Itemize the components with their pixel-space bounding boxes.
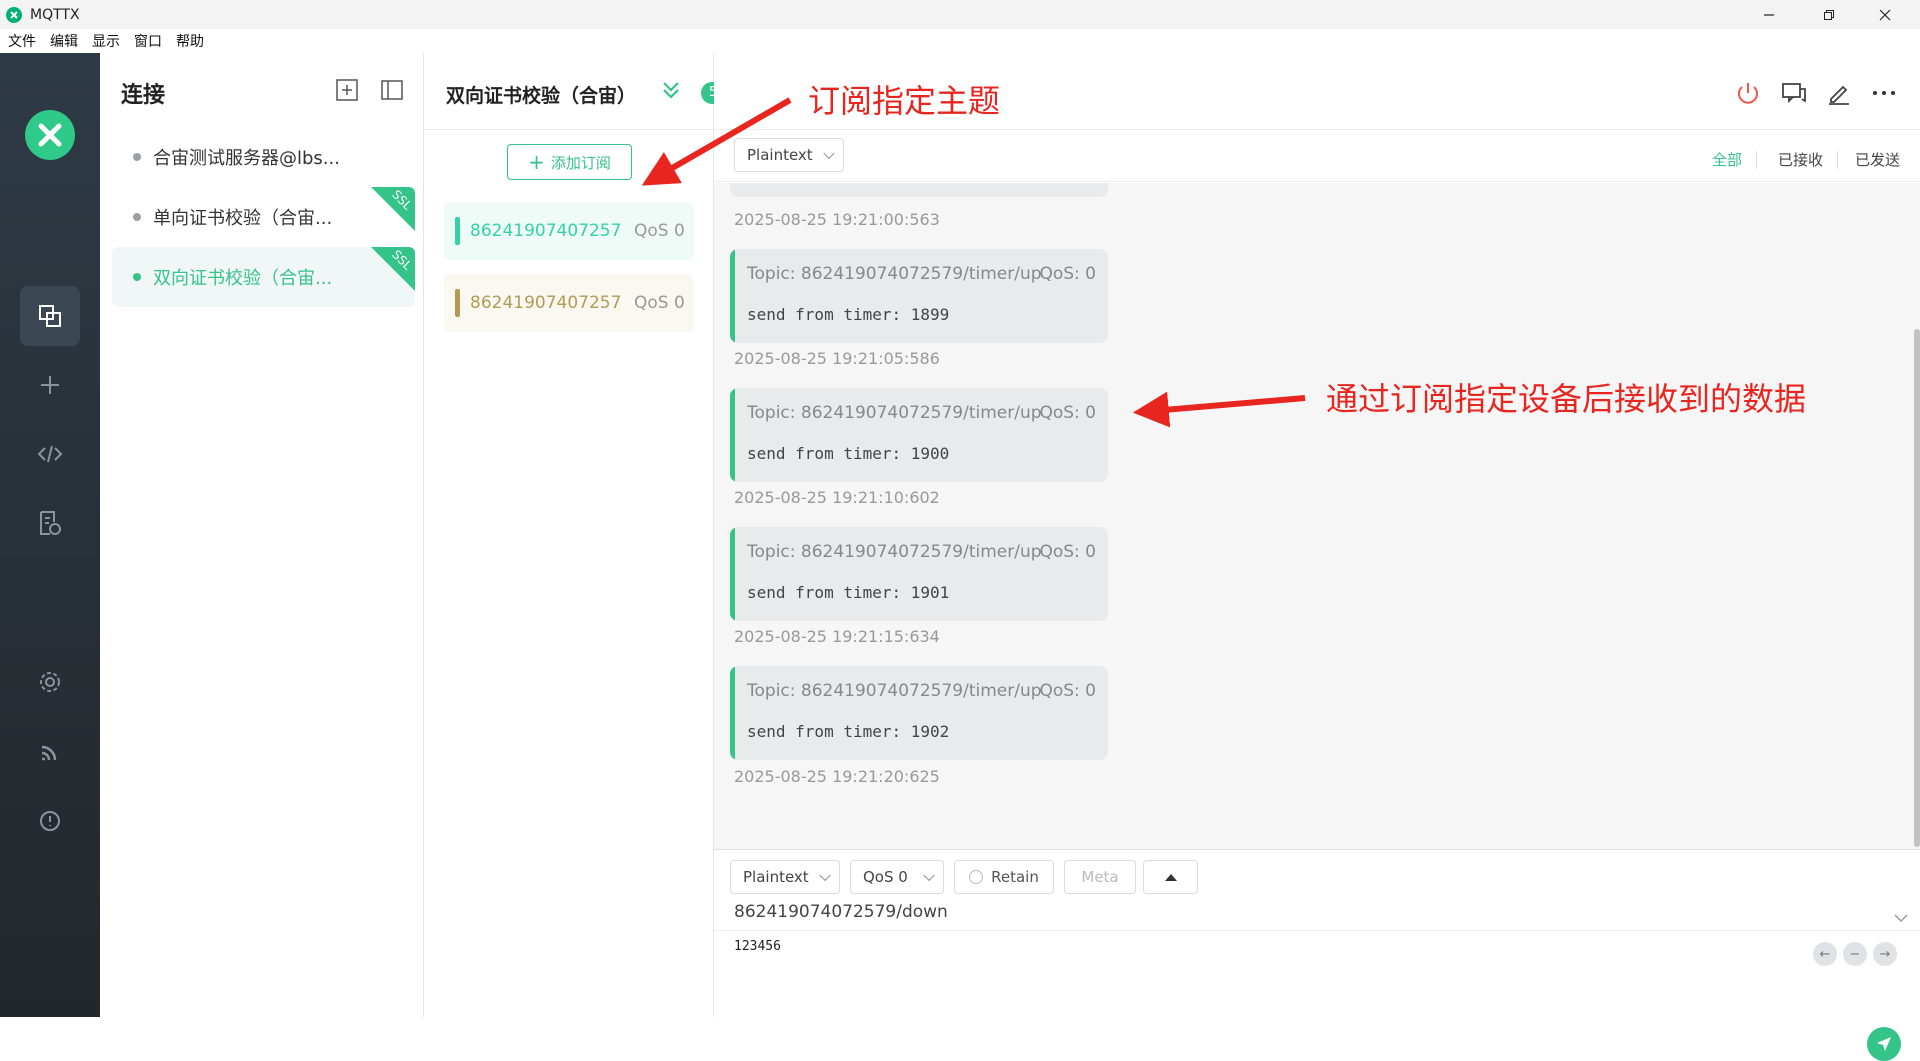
send-icon: [1877, 1037, 1891, 1051]
annotation-arrows: [641, 97, 1306, 428]
annotation-received: 通过订阅指定设备后接收到的数据: [1326, 380, 1807, 418]
annotation-subscribe: 订阅指定主题: [808, 82, 1001, 120]
send-button[interactable]: [1867, 1027, 1901, 1061]
subscribe-arrow: [641, 97, 792, 186]
received-arrow: [1132, 391, 1306, 428]
